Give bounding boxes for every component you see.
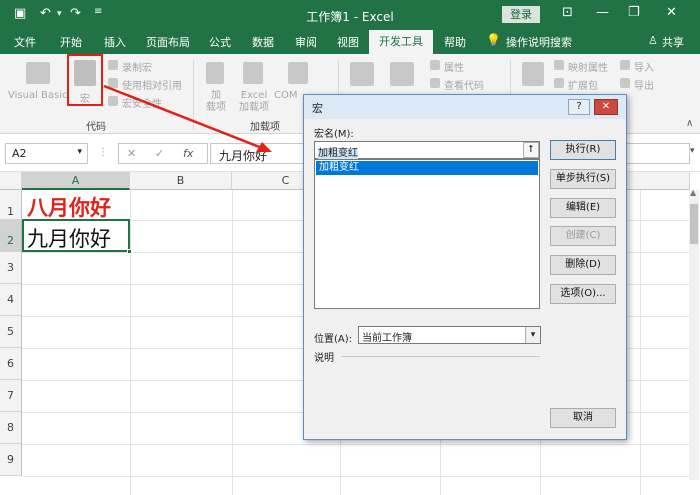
edit-button[interactable]: 编辑(E) <box>550 198 616 218</box>
run-button[interactable]: 执行(R) <box>550 140 616 160</box>
dialog-title: 宏 <box>312 102 323 115</box>
location-select[interactable]: 当前工作簿 ▾ <box>358 326 541 344</box>
chevron-down-icon[interactable]: ▾ <box>525 327 540 343</box>
macro-name-label: 宏名(M): <box>314 129 354 140</box>
divider <box>342 356 540 357</box>
macro-list[interactable]: 加粗变红 <box>314 159 540 309</box>
cancel-button[interactable]: 取消 <box>550 408 616 428</box>
location-label: 位置(A): <box>314 334 353 345</box>
list-item[interactable]: 加粗变红 <box>316 161 538 175</box>
options-button[interactable]: 选项(O)... <box>550 284 616 304</box>
dialog-titlebar: 宏 ? ✕ <box>304 95 626 119</box>
dialog-close-button[interactable]: ✕ <box>594 99 618 115</box>
description-label: 说明 <box>314 353 334 364</box>
location-value: 当前工作簿 <box>362 333 412 344</box>
delete-button[interactable]: 删除(D) <box>550 255 616 275</box>
macro-name-value: 加粗变红 <box>318 148 358 159</box>
macro-name-input[interactable]: 加粗变红 <box>314 141 540 159</box>
collapse-dialog-icon[interactable]: ⭡ <box>523 142 539 158</box>
create-button[interactable]: 创建(C) <box>550 226 616 246</box>
macro-dialog: 宏 ? ✕ 宏名(M): 加粗变红 ⭡ 加粗变红 执行(R) 单步执行(S) 编… <box>303 94 627 440</box>
step-into-button[interactable]: 单步执行(S) <box>550 169 616 189</box>
help-button[interactable]: ? <box>568 99 590 115</box>
